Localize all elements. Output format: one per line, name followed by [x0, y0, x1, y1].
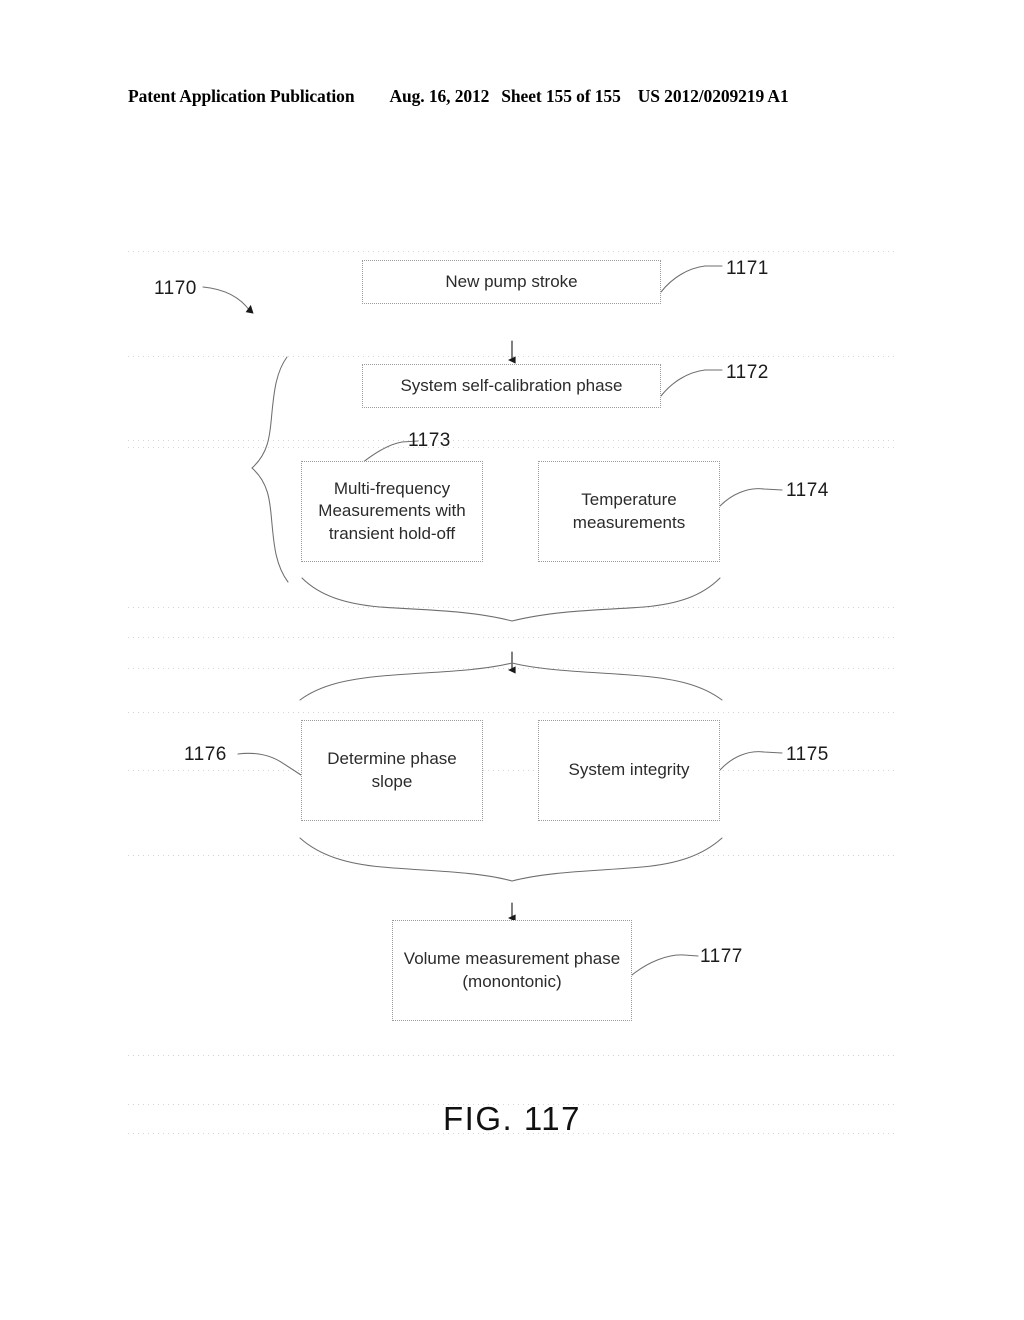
reference-numeral-1177: 1177	[700, 946, 743, 967]
header-sheet-number: Sheet 155 of 155	[501, 86, 621, 106]
process-box-label: Temperature measurements	[572, 490, 686, 532]
brace-left-calibration	[251, 356, 289, 583]
process-box-label: System integrity	[568, 760, 690, 780]
leader-1177	[631, 954, 699, 976]
leader-1170	[202, 286, 254, 314]
scan-rule	[128, 251, 896, 252]
reference-numeral-1174: 1174	[786, 480, 829, 501]
reference-numeral-1171: 1171	[726, 258, 769, 279]
leader-1176	[237, 752, 302, 776]
reference-numeral-1175: 1175	[786, 744, 829, 765]
header-patent-number: US 2012/0209219 A1	[637, 86, 789, 106]
process-box-system-self-calibration-phase[interactable]: System self-calibration phase	[362, 364, 661, 408]
scan-rule	[128, 770, 896, 771]
reference-numeral-1176: 1176	[184, 744, 227, 765]
scan-rule	[128, 855, 896, 856]
reference-numeral-1172: 1172	[726, 362, 769, 383]
process-box-temperature-measurements[interactable]: Temperature measurements	[538, 461, 720, 562]
process-box-volume-measurement-phase[interactable]: Volume measurement phase (monontonic)	[392, 920, 632, 1021]
brace-gather-analysis	[299, 837, 723, 882]
process-box-system-integrity[interactable]: System integrity	[538, 720, 720, 821]
process-box-label: New pump stroke	[445, 271, 578, 291]
process-box-multi-frequency-measurements[interactable]: Multi-frequency Measurements with transi…	[301, 461, 483, 562]
process-box-label: Determine phase slope	[327, 749, 457, 791]
scan-rule	[128, 712, 896, 713]
brace-gather-measurements	[301, 577, 721, 622]
process-box-determine-phase-slope[interactable]: Determine phase slope	[301, 720, 483, 821]
leader-1171	[660, 265, 723, 293]
leader-1172	[660, 369, 723, 397]
scan-rule	[128, 447, 896, 448]
header-publication-title: Patent Application Publication	[128, 86, 355, 106]
process-box-label: Multi-frequency Measurements with transi…	[318, 478, 466, 543]
header-date: Aug. 16, 2012	[389, 86, 490, 106]
process-box-label: Volume measurement phase (monontonic)	[403, 949, 621, 991]
scan-rule	[128, 607, 896, 608]
process-box-new-pump-stroke[interactable]: New pump stroke	[362, 260, 661, 304]
process-box-label: System self-calibration phase	[400, 375, 623, 395]
scan-rule	[128, 1055, 896, 1056]
reference-numeral-1170: 1170	[154, 278, 197, 299]
reference-numeral-1173: 1173	[408, 430, 451, 451]
scan-rule	[128, 668, 896, 669]
leader-1174	[719, 488, 783, 507]
leader-1175	[719, 751, 783, 771]
scan-rule	[128, 440, 896, 441]
page-header: Patent Application Publication Aug. 16, …	[128, 86, 896, 107]
scan-rule	[128, 356, 896, 357]
scan-rule	[128, 637, 896, 638]
figure-caption: FIG. 117	[443, 1100, 581, 1137]
